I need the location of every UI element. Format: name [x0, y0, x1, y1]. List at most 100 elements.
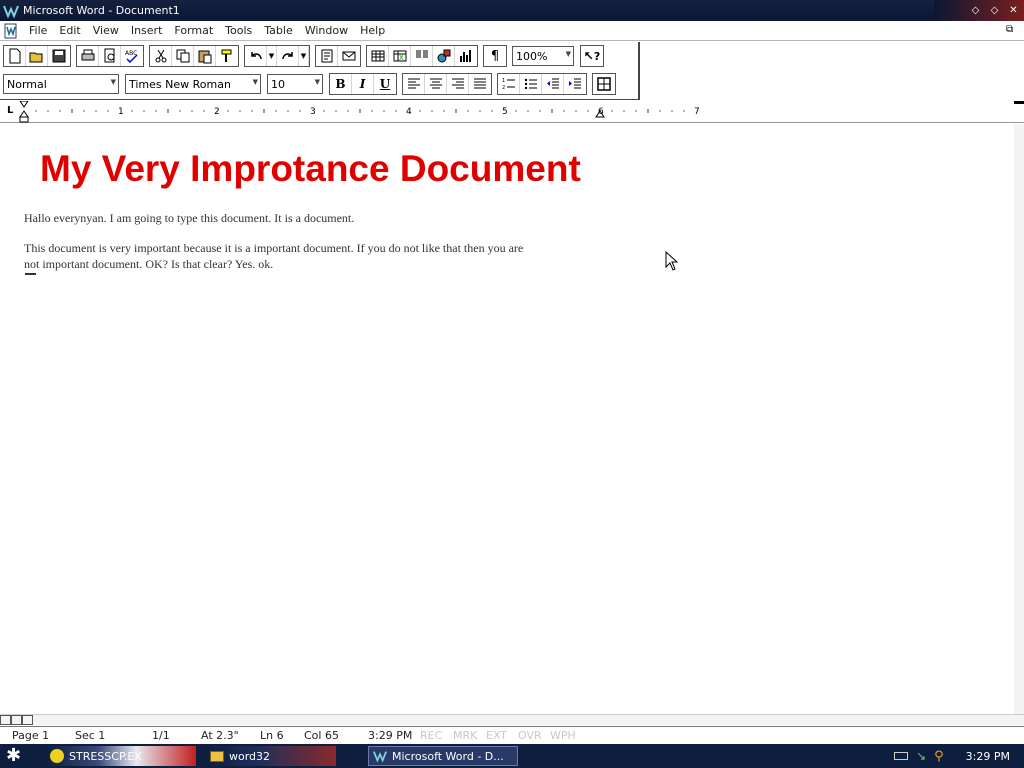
redo-dropdown-icon[interactable]: ▼ — [299, 46, 309, 66]
undo-dropdown-icon[interactable]: ▼ — [267, 46, 277, 66]
normal-view-icon[interactable] — [0, 715, 11, 725]
left-indent-box[interactable] — [19, 116, 29, 123]
new-icon[interactable] — [4, 46, 26, 66]
print-icon[interactable] — [77, 46, 99, 66]
status-ext[interactable]: EXT — [486, 729, 507, 742]
italic-button[interactable]: I — [352, 74, 374, 94]
task-word32[interactable]: word32 — [206, 746, 336, 766]
ruler[interactable]: L 1234567 — [0, 101, 1024, 123]
mouse-cursor-icon — [665, 251, 679, 271]
vertical-scrollbar[interactable] — [1014, 124, 1024, 714]
chart-icon[interactable] — [455, 46, 477, 66]
undo-group: ▼ ▼ — [244, 45, 310, 67]
redo-icon[interactable] — [277, 46, 299, 66]
horizontal-scrollbar[interactable] — [0, 714, 1024, 725]
standard-toolbar: ABC ▼ ▼ X ¶ 100% ▼ ↖ ? — [3, 43, 609, 69]
network-icon[interactable]: ↘ — [916, 749, 926, 763]
undo-icon[interactable] — [245, 46, 267, 66]
justify-icon[interactable] — [469, 74, 491, 94]
bold-button[interactable]: B — [330, 74, 352, 94]
window-controls: ◇ ◇ ✕ — [934, 0, 1024, 21]
font-size-select[interactable]: 10 ▼ — [267, 74, 323, 94]
restore-icon[interactable]: ⧉ — [1006, 24, 1018, 36]
taskbar-clock[interactable]: 3:29 PM — [966, 750, 1010, 763]
columns-icon[interactable] — [411, 46, 433, 66]
show-hide-icon[interactable]: ¶ — [484, 46, 506, 66]
align-right-icon[interactable] — [447, 74, 469, 94]
drawing-icon[interactable] — [433, 46, 455, 66]
borders-icon[interactable] — [593, 74, 615, 94]
bullets-icon[interactable] — [520, 74, 542, 94]
task-microsoft-word[interactable]: Microsoft Word - D... — [368, 746, 518, 766]
autotext-icon[interactable] — [316, 46, 338, 66]
status-at: At 2.3" — [201, 729, 239, 742]
menu-bar: File Edit View Insert Format Tools Table… — [0, 21, 1024, 41]
outline-view-icon[interactable] — [22, 715, 33, 725]
status-mrk[interactable]: MRK — [453, 729, 477, 742]
first-line-indent-marker[interactable] — [19, 101, 29, 108]
ruler-number: 1 — [118, 107, 124, 117]
close-icon[interactable]: ✕ — [1007, 4, 1020, 17]
insert-group — [315, 45, 361, 67]
align-left-icon[interactable] — [403, 74, 425, 94]
document-icon[interactable] — [3, 23, 19, 39]
style-select[interactable]: Normal ▼ — [3, 74, 119, 94]
menu-file[interactable]: File — [23, 24, 53, 37]
insert-table-icon[interactable] — [367, 46, 389, 66]
zoom-select[interactable]: 100% ▼ — [512, 46, 574, 66]
menu-format[interactable]: Format — [168, 24, 219, 37]
menu-window[interactable]: Window — [299, 24, 354, 37]
task-word32-label: word32 — [229, 749, 271, 763]
system-tray: ↘ ⚲ 3:29 PM — [894, 744, 1024, 768]
window-title: Microsoft Word - Document1 — [23, 4, 180, 17]
paste-icon[interactable] — [194, 46, 216, 66]
keyboard-icon[interactable] — [894, 752, 909, 760]
zoom-dropdown-icon: ▼ — [565, 50, 571, 58]
print-preview-icon[interactable] — [99, 46, 121, 66]
clipboard-group — [149, 45, 239, 67]
maximize-icon[interactable]: ◇ — [988, 4, 1001, 17]
menu-help[interactable]: Help — [354, 24, 391, 37]
minimize-icon[interactable]: ◇ — [969, 4, 982, 17]
search-icon[interactable]: ⚲ — [934, 749, 944, 764]
status-line: Ln 6 — [260, 729, 284, 742]
menu-table[interactable]: Table — [258, 24, 298, 37]
status-rec[interactable]: REC — [420, 729, 442, 742]
start-button[interactable]: ✱ — [6, 746, 21, 766]
menu-insert[interactable]: Insert — [125, 24, 169, 37]
underline-button[interactable]: U — [374, 74, 396, 94]
menu-view[interactable]: View — [87, 24, 125, 37]
menu-tools[interactable]: Tools — [219, 24, 258, 37]
insert-spreadsheet-icon[interactable]: X — [389, 46, 411, 66]
menu-edit[interactable]: Edit — [53, 24, 86, 37]
increase-indent-icon[interactable] — [564, 74, 586, 94]
format-painter-icon[interactable] — [216, 46, 238, 66]
copy-icon[interactable] — [172, 46, 194, 66]
paragraph-2[interactable]: This document is very important because … — [24, 240, 524, 272]
document-area[interactable]: My Very Improtance Document Hallo everyn… — [0, 124, 1014, 714]
decrease-indent-icon[interactable] — [542, 74, 564, 94]
help-icon[interactable]: ↖? — [581, 46, 603, 66]
status-ovr[interactable]: OVR — [518, 729, 542, 742]
status-wph[interactable]: WPH — [550, 729, 576, 742]
zoom-value: 100% — [516, 49, 548, 63]
status-column: Col 65 — [304, 729, 339, 742]
page-layout-view-icon[interactable] — [11, 715, 22, 725]
task-stresscp[interactable]: STRESSCP.EX — [46, 746, 196, 766]
italic-label: I — [359, 77, 366, 91]
status-section: Sec 1 — [75, 729, 106, 742]
style-dropdown-icon: ▼ — [110, 78, 116, 86]
spelling-icon[interactable]: ABC — [121, 46, 143, 66]
toolbars: ABC ▼ ▼ X ¶ 100% ▼ ↖ ? Normal ▼ Times Ne… — [0, 42, 640, 100]
document-heading[interactable]: My Very Improtance Document — [40, 148, 581, 190]
address-icon[interactable] — [338, 46, 360, 66]
cut-icon[interactable] — [150, 46, 172, 66]
ruler-scale: 1 2 3 4 5 6 7 — [19, 101, 700, 123]
open-icon[interactable] — [26, 46, 48, 66]
align-center-icon[interactable] — [425, 74, 447, 94]
font-select[interactable]: Times New Roman ▼ — [125, 74, 261, 94]
paragraph-1[interactable]: Hallo everynyan. I am going to type this… — [24, 210, 354, 226]
save-icon[interactable] — [48, 46, 70, 66]
left-indent-marker[interactable] — [19, 110, 29, 118]
numbering-icon[interactable]: 12 — [498, 74, 520, 94]
